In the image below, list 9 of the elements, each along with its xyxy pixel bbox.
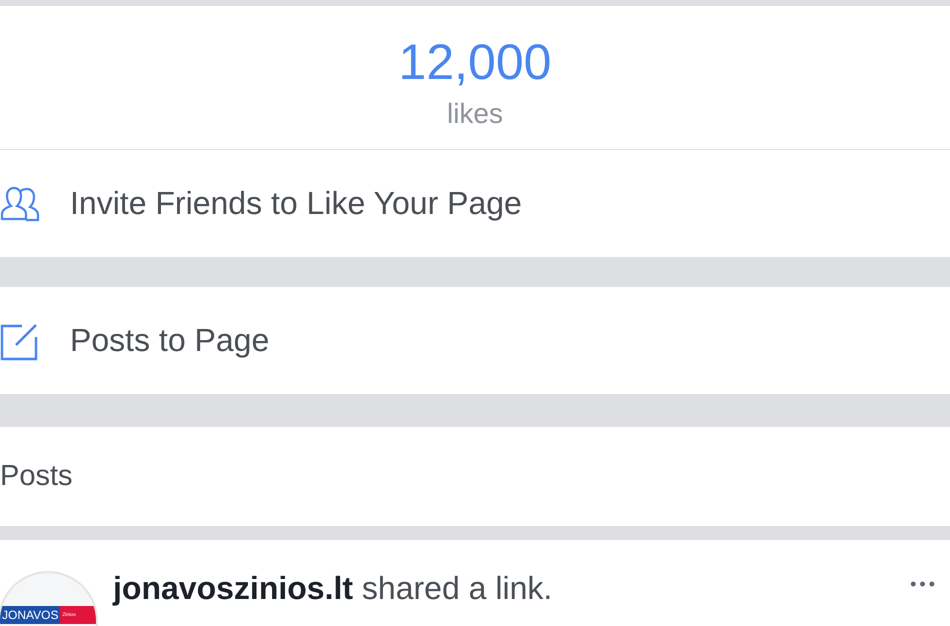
posts-heading: Posts [0,460,73,493]
likes-count: 12,000 [398,34,552,90]
action-link[interactable]: Posts to Page [70,322,270,359]
post-header: jonavoszinios.lt shared a link. [113,570,552,607]
action-link[interactable]: Invite Friends to Like Your Page [70,185,522,222]
logo-text: JONAVOS [0,606,60,624]
likes-label: likes [446,98,503,130]
more-button[interactable]: ••• [910,574,938,595]
people-icon [0,186,40,222]
